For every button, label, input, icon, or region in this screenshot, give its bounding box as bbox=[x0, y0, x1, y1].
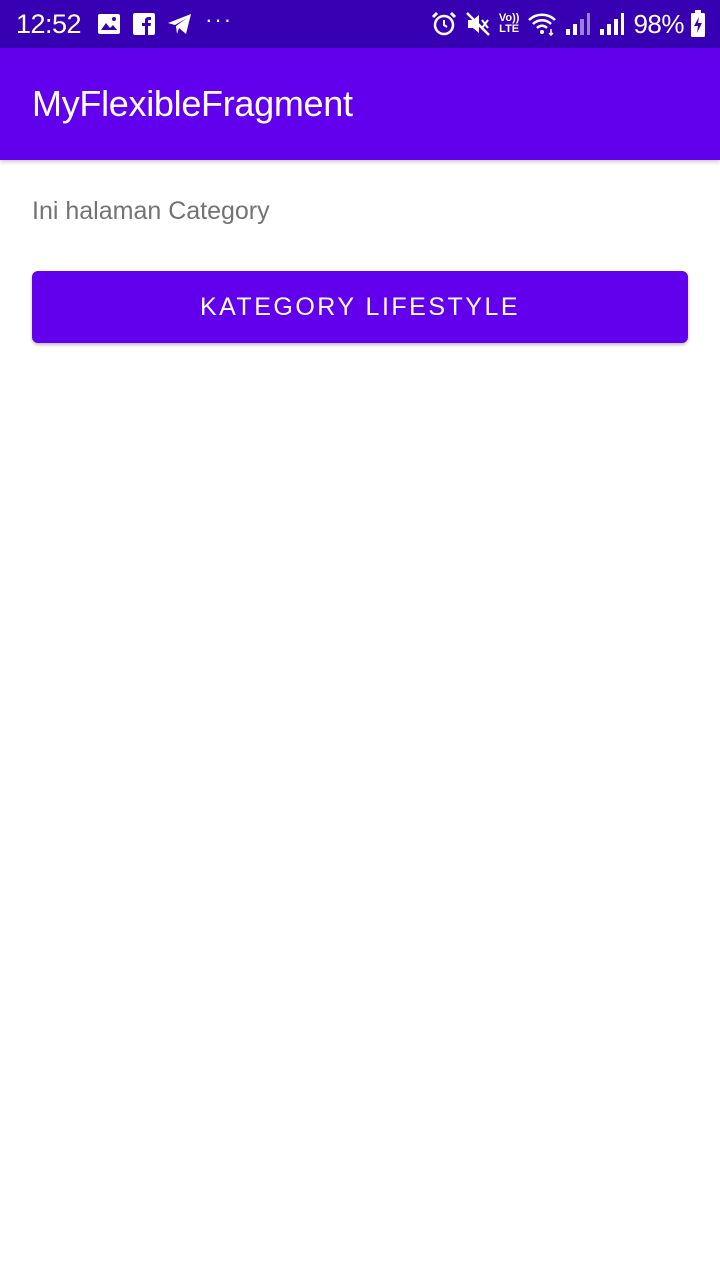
volte-icon: Vo)) LTE bbox=[499, 13, 520, 35]
signal-icon bbox=[565, 0, 591, 48]
app-title: MyFlexibleFragment bbox=[32, 83, 353, 124]
screen: 12:52 ··· Vo)) LTE 98% MyFlexibleFragmen… bbox=[0, 0, 720, 1280]
app-bar: MyFlexibleFragment bbox=[0, 48, 720, 160]
battery-percent: 98% bbox=[633, 8, 684, 39]
page-description-text: Ini halaman Category bbox=[32, 197, 270, 225]
wifi-icon bbox=[527, 0, 557, 48]
more-dots-icon: ··· bbox=[205, 7, 234, 32]
status-bar: 12:52 ··· Vo)) LTE 98% bbox=[0, 0, 720, 48]
telegram-icon bbox=[167, 0, 193, 48]
status-bar-right: Vo)) LTE 98% bbox=[431, 0, 706, 48]
signal-icon bbox=[599, 0, 625, 48]
alarm-icon bbox=[431, 0, 457, 48]
mute-icon bbox=[465, 0, 491, 48]
fragment-content: Ini halaman Category KATEGORY LIFESTYLE bbox=[0, 160, 720, 343]
facebook-icon bbox=[133, 0, 156, 48]
status-bar-left: 12:52 ··· bbox=[16, 0, 245, 48]
image-icon bbox=[97, 0, 121, 48]
kategory-lifestyle-button[interactable]: KATEGORY LIFESTYLE bbox=[32, 271, 688, 343]
status-time: 12:52 bbox=[16, 8, 82, 39]
battery-charging-icon bbox=[690, 0, 706, 48]
volte-bottom-label: LTE bbox=[499, 23, 520, 35]
